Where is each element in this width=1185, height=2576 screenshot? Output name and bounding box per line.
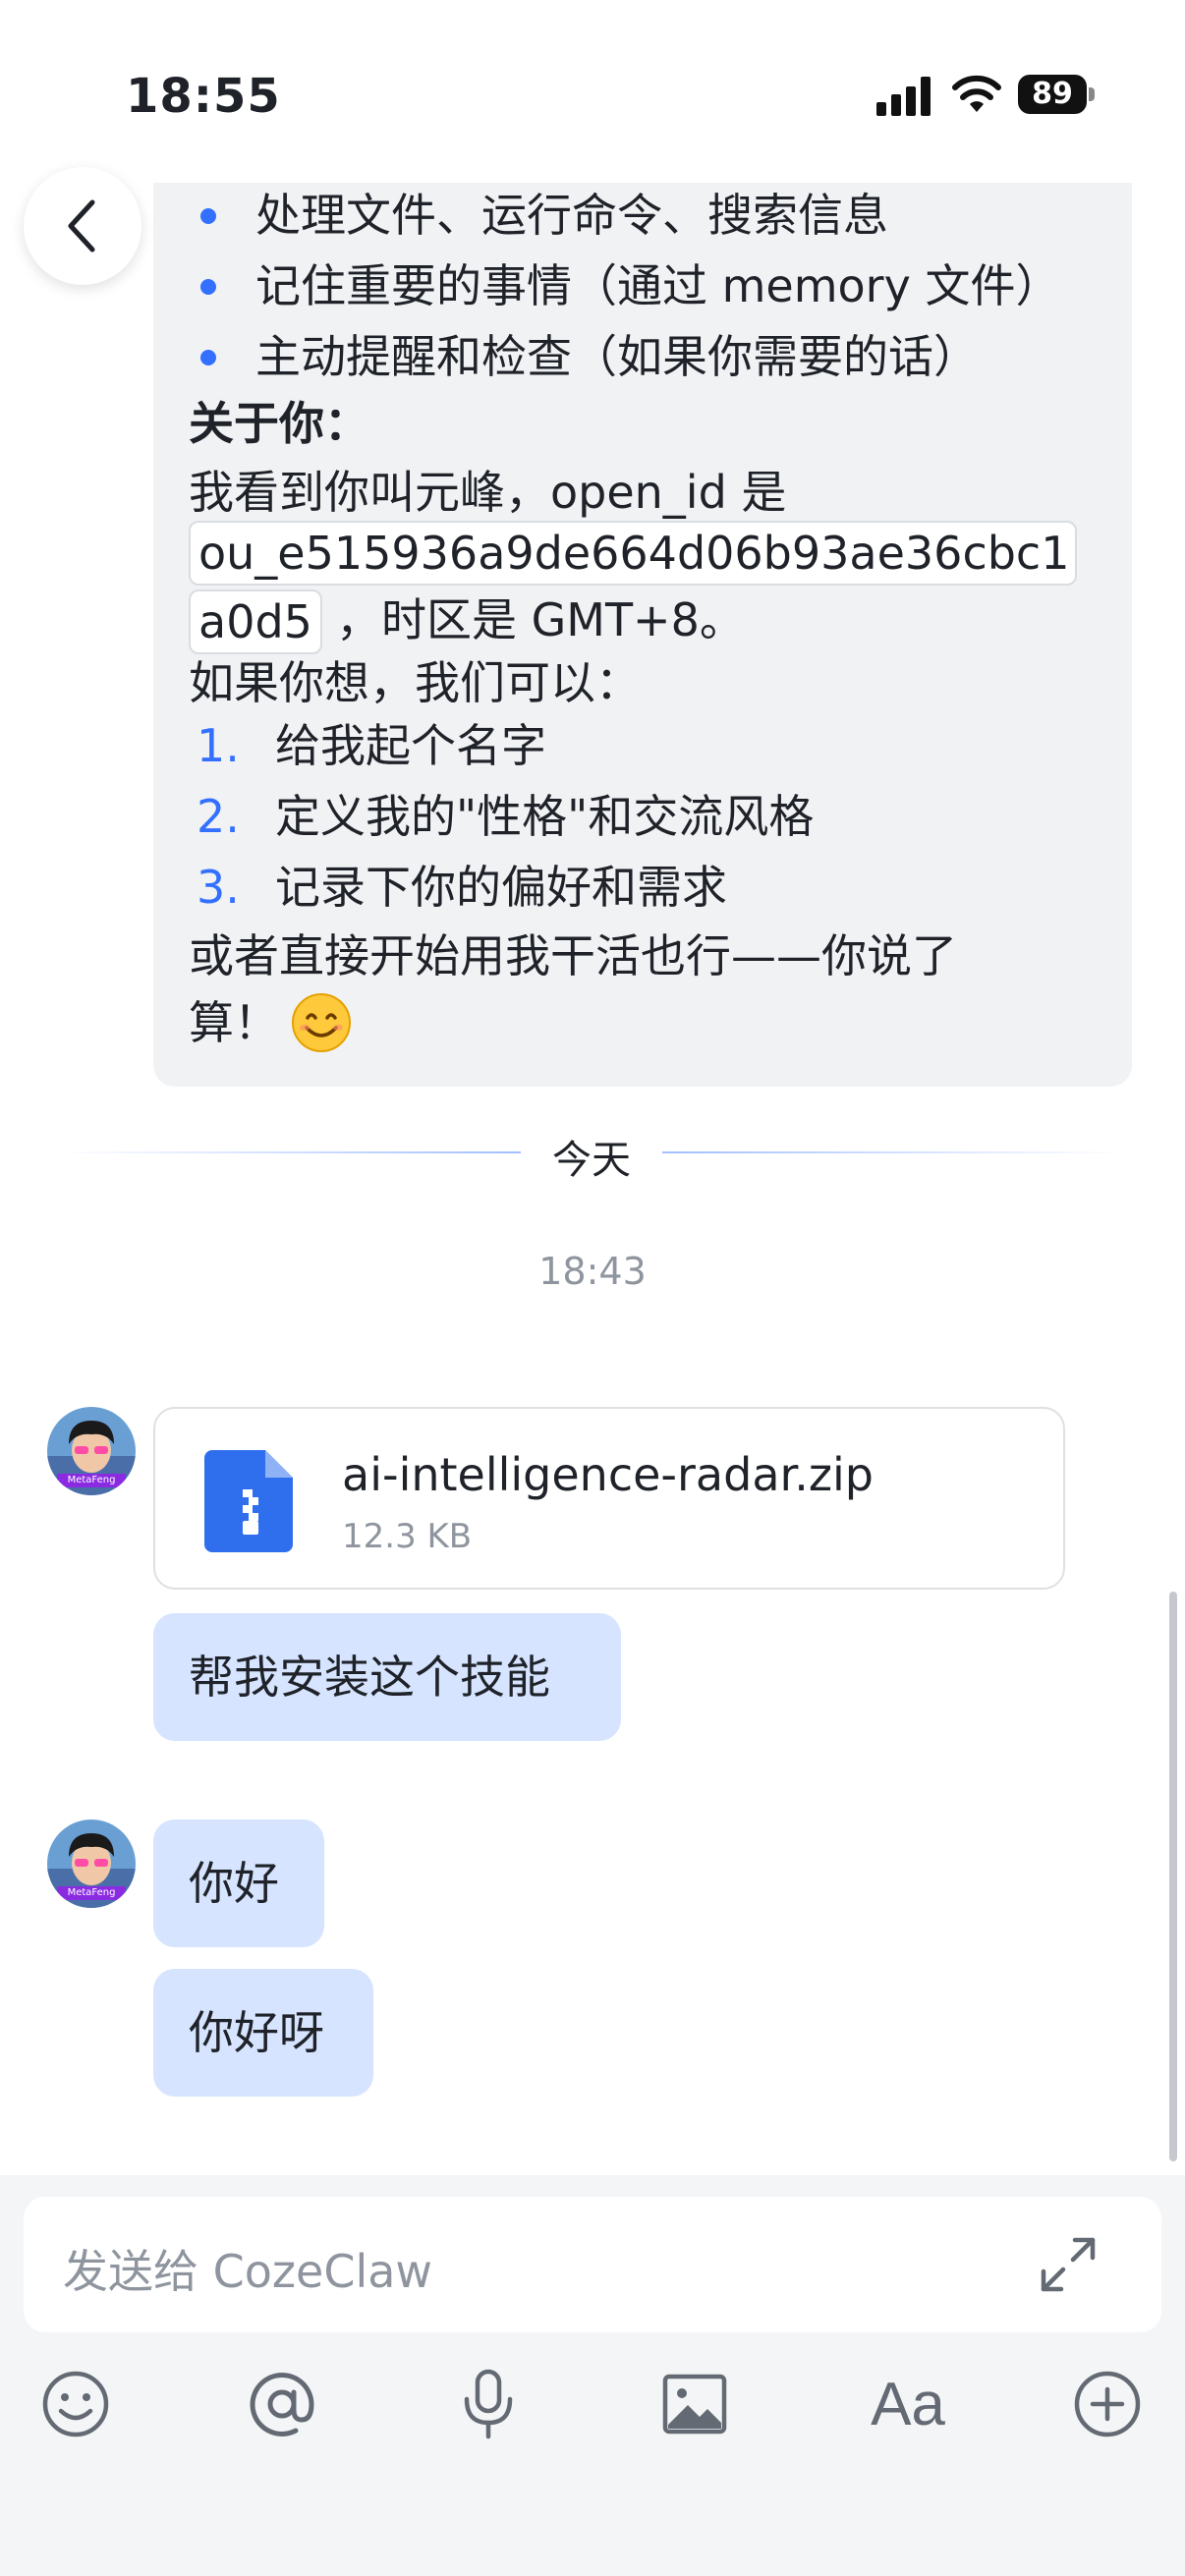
avatar-caption: MetaFeng	[67, 1887, 116, 1898]
smile-emoji-icon	[291, 992, 352, 1053]
bullet-dot	[200, 350, 216, 365]
closing-text: 算！	[189, 996, 279, 1049]
bullet-item: 处理文件、运行命令、搜索信息	[255, 189, 888, 242]
message-timestamp: 18:43	[538, 1250, 647, 1293]
option-text: 定义我的"性格"和交流风格	[275, 790, 815, 843]
user-message-bubble: 帮我安装这个技能	[153, 1613, 621, 1741]
zip-file-icon	[204, 1450, 293, 1552]
chevron-left-icon	[68, 199, 95, 252]
battery-icon: 89	[1018, 75, 1097, 116]
bullet-dot	[200, 208, 216, 224]
user-avatar[interactable]: MetaFeng	[47, 1820, 136, 1908]
option-number: 3.	[197, 861, 240, 914]
status-time: 18:55	[126, 69, 281, 124]
message-input[interactable]: 发送给 CozeClaw	[24, 2197, 1161, 2332]
option-number: 1.	[197, 719, 240, 772]
closing-text: 或者直接开始用我干活也行——你说了	[189, 929, 957, 982]
back-button[interactable]	[24, 167, 141, 285]
mention-button[interactable]	[246, 2368, 318, 2440]
voice-button[interactable]	[452, 2368, 525, 2440]
battery-level: 89	[1018, 75, 1087, 114]
avatar-caption: MetaFeng	[67, 1475, 116, 1485]
at-icon	[250, 2373, 314, 2436]
user-message-bubble: 你好呀	[153, 1969, 373, 2097]
scrollbar[interactable]	[1169, 1592, 1177, 2161]
file-attachment-card[interactable]: ai-intelligence-radar.zip 12.3 KB	[153, 1407, 1065, 1590]
wifi-icon	[951, 73, 1002, 116]
image-button[interactable]	[658, 2368, 731, 2440]
option-number: 2.	[197, 790, 240, 843]
user-message-bubble: 你好	[153, 1820, 324, 1947]
user-avatar[interactable]: MetaFeng	[47, 1407, 136, 1495]
plus-circle-icon	[1074, 2371, 1141, 2437]
font-format-button[interactable]: Aa	[863, 2368, 953, 2440]
input-placeholder: 发送给 CozeClaw	[63, 2245, 433, 2298]
cellular-signal-icon	[876, 77, 933, 116]
option-text: 给我起个名字	[275, 719, 546, 772]
options-intro: 如果你想，我们可以：	[189, 656, 641, 709]
image-icon	[662, 2374, 727, 2435]
file-name: ai-intelligence-radar.zip	[342, 1448, 874, 1501]
about-text: 我看到你叫元峰，open_id 是	[189, 466, 787, 519]
bullet-item: 记住重要的事情（通过 memory 文件）	[255, 259, 1061, 312]
emoji-icon	[42, 2371, 109, 2437]
date-divider-label: 今天	[552, 1138, 631, 1183]
more-button[interactable]	[1071, 2368, 1144, 2440]
open-id-code: a0d5	[189, 589, 322, 654]
file-size: 12.3 KB	[342, 1517, 473, 1556]
emoji-button[interactable]	[39, 2368, 112, 2440]
timezone-text: ，时区是 GMT+8。	[336, 593, 745, 646]
open-id-code: ou_e515936a9de664d06b93ae36cbc1	[189, 521, 1077, 586]
bullet-dot	[200, 279, 216, 295]
bullet-item: 主动提醒和检查（如果你需要的话）	[255, 330, 979, 383]
microphone-icon	[464, 2369, 513, 2439]
option-text: 记录下你的偏好和需求	[275, 861, 727, 914]
bot-message-bubble: 处理文件、运行命令、搜索信息 记住重要的事情（通过 memory 文件） 主动提…	[153, 183, 1132, 1087]
expand-icon[interactable]	[1038, 2234, 1099, 2295]
divider-line	[59, 1151, 521, 1153]
divider-line	[662, 1151, 1124, 1153]
about-heading: 关于你：	[189, 397, 369, 450]
